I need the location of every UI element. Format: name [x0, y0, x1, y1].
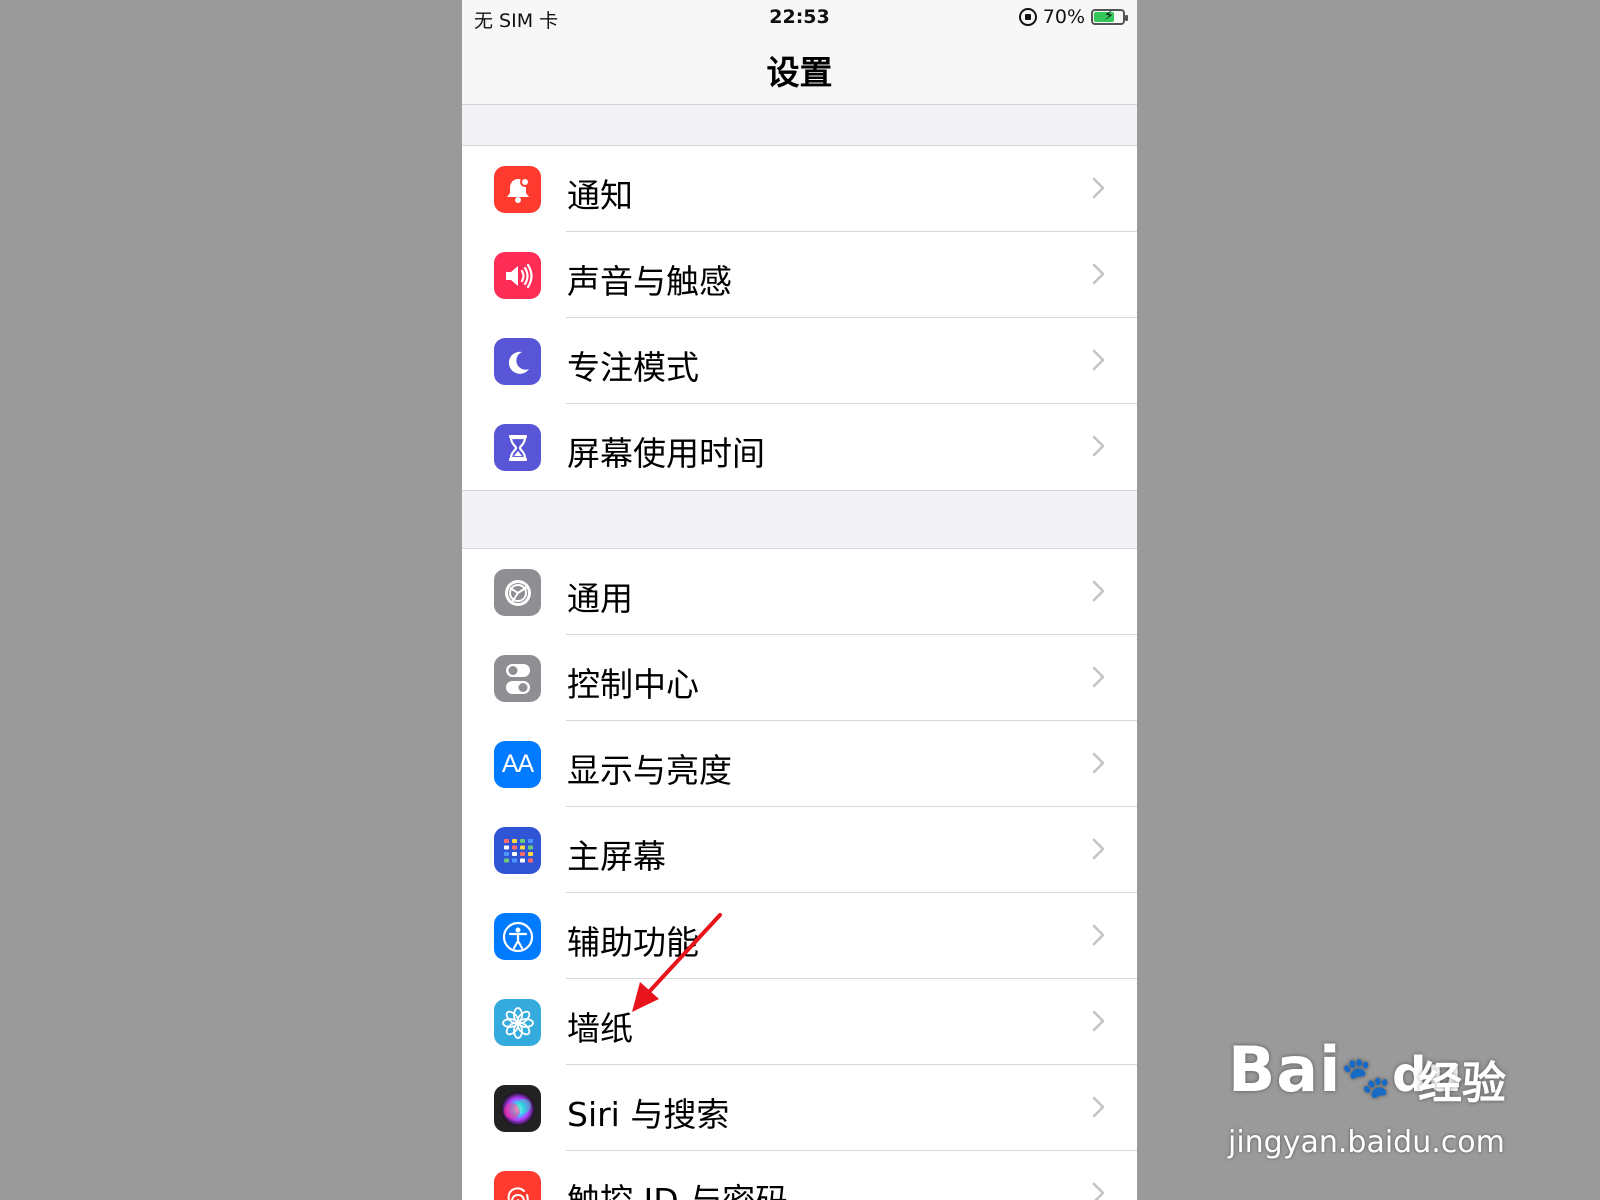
- page-title: 设置: [766, 53, 833, 92]
- watermark-cn: 经验: [1418, 1058, 1506, 1109]
- settings-row[interactable]: 专注模式: [462, 318, 1137, 404]
- chevron-right-icon: [1091, 176, 1105, 204]
- settings-row-label: 显示与亮度: [567, 751, 732, 790]
- toggles-icon: [494, 655, 541, 702]
- chevron-right-icon: [1091, 837, 1105, 865]
- chevron-right-icon: [1091, 923, 1105, 951]
- status-right: 70% ⚡: [1018, 6, 1128, 28]
- hourglass-icon: [494, 424, 541, 471]
- settings-row-label: 触控 ID 与密码: [567, 1174, 788, 1200]
- settings-screen: 无 SIM 卡 22:53 70% ⚡ 设置 通知声音与触感专注模式屏幕使用时间…: [462, 0, 1137, 1200]
- moon-icon: [494, 338, 541, 385]
- settings-row-label: 控制中心: [567, 665, 699, 704]
- settings-row[interactable]: 声音与触感: [462, 232, 1137, 318]
- settings-row[interactable]: AA 显示与亮度: [462, 721, 1137, 807]
- fingerprint-icon: [494, 1171, 541, 1200]
- paw-icon: 🐾: [1341, 1055, 1393, 1101]
- chevron-right-icon: [1091, 262, 1105, 290]
- settings-row[interactable]: 通知: [462, 146, 1137, 232]
- gear-icon: [494, 569, 541, 616]
- speaker-icon: [494, 252, 541, 299]
- settings-row-label: 专注模式: [567, 348, 699, 387]
- settings-row-label: 主屏幕: [567, 837, 666, 876]
- chevron-right-icon: [1091, 665, 1105, 693]
- baidu-watermark: Bai🐾du 经验 jingyan.baidu.com: [1228, 1025, 1528, 1160]
- settings-row[interactable]: 屏幕使用时间: [462, 404, 1137, 490]
- settings-row[interactable]: 控制中心: [462, 635, 1137, 721]
- settings-row-label: 声音与触感: [567, 262, 732, 301]
- settings-row[interactable]: Siri 与搜索: [462, 1065, 1137, 1151]
- bell-icon: [494, 166, 541, 213]
- text-size-icon: AA: [494, 741, 541, 788]
- watermark-url: jingyan.baidu.com: [1228, 1125, 1505, 1160]
- chevron-right-icon: [1091, 1095, 1105, 1123]
- home-grid-icon: [494, 827, 541, 874]
- settings-row-label: 通知: [567, 176, 633, 215]
- battery-percent: 70%: [1042, 6, 1085, 28]
- chevron-right-icon: [1091, 1181, 1105, 1200]
- settings-row[interactable]: 墙纸: [462, 979, 1137, 1065]
- settings-row-label: 辅助功能: [567, 923, 699, 962]
- settings-row[interactable]: 触控 ID 与密码: [462, 1151, 1137, 1200]
- rotation-lock-icon: [1018, 8, 1037, 26]
- settings-group-2: 通用控制中心 AA 显示与亮度主屏幕辅助功能墙纸 Siri 与搜索触控 ID 与密码: [462, 548, 1137, 1200]
- chevron-right-icon: [1091, 751, 1105, 779]
- chevron-right-icon: [1091, 348, 1105, 376]
- settings-row-label: Siri 与搜索: [567, 1095, 730, 1134]
- settings-row-label: 通用: [567, 579, 633, 618]
- settings-row-label: 墙纸: [567, 1009, 633, 1048]
- navigation-bar: 设置: [462, 34, 1137, 105]
- flower-icon: [494, 999, 541, 1046]
- accessibility-icon: [494, 913, 541, 960]
- text-size-glyph: AA: [501, 750, 534, 778]
- status-bar: 无 SIM 卡 22:53 70% ⚡: [462, 0, 1137, 34]
- chevron-right-icon: [1091, 434, 1105, 462]
- settings-row[interactable]: 通用: [462, 549, 1137, 635]
- chevron-right-icon: [1091, 1009, 1105, 1037]
- settings-row[interactable]: 辅助功能: [462, 893, 1137, 979]
- chevron-right-icon: [1091, 579, 1105, 607]
- settings-row-label: 屏幕使用时间: [567, 434, 765, 473]
- charging-bolt-icon: ⚡: [1104, 8, 1114, 24]
- battery-icon: ⚡: [1091, 8, 1128, 25]
- siri-icon: [494, 1085, 541, 1132]
- settings-row[interactable]: 主屏幕: [462, 807, 1137, 893]
- settings-group-1: 通知声音与触感专注模式屏幕使用时间: [462, 145, 1137, 491]
